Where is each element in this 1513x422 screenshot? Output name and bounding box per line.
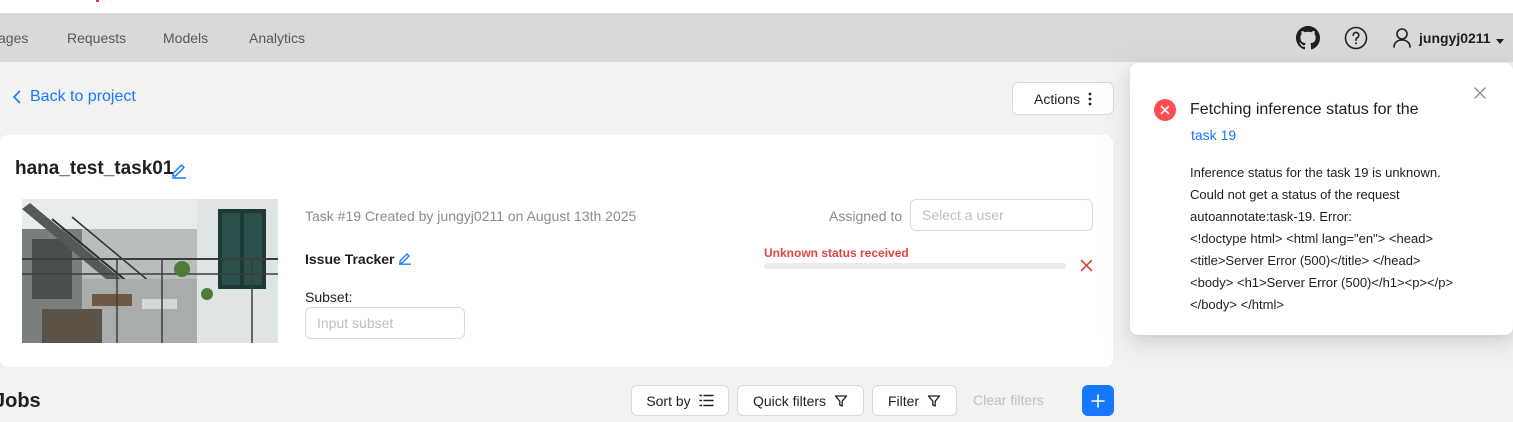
assigned-to-label: Assigned to <box>829 208 903 224</box>
quick-filters-label: Quick filters <box>752 392 827 409</box>
assignee-select[interactable]: Select a user <box>910 199 1093 231</box>
subset-input[interactable]: Input subset <box>305 307 465 339</box>
caret-down-icon[interactable] <box>1495 33 1505 44</box>
notification-body: Inference status for the task 19 is unkn… <box>1190 162 1500 316</box>
error-circle-icon <box>1154 99 1176 121</box>
filter-funnel-icon <box>834 394 848 407</box>
jobs-section-title: Jobs <box>0 390 41 412</box>
sort-by-label: Sort by <box>646 392 691 409</box>
notification-body-line: Could not get a status of the request <box>1190 187 1400 202</box>
error-notification: Fetching inference status for the task 1… <box>1130 63 1513 335</box>
clear-filters-button[interactable]: Clear filters <box>973 392 1044 408</box>
filter-label: Filter <box>887 392 920 409</box>
add-job-button[interactable] <box>1082 385 1114 416</box>
nav-item-storages[interactable]: ages <box>0 30 28 46</box>
github-icon[interactable] <box>1296 26 1320 50</box>
nav-item-models[interactable]: Models <box>163 30 208 46</box>
notification-body-line: <!doctype html> <html lang="en"> <head> <box>1190 231 1434 246</box>
chevron-left-icon <box>12 90 21 104</box>
task-preview-image <box>22 199 278 343</box>
actions-label: Actions <box>1034 90 1080 107</box>
notification-body-line: Inference status for the task 19 is unkn… <box>1190 165 1441 180</box>
notification-body-line: autoannotate:task-19. Error: <box>1190 209 1352 224</box>
notification-task-link[interactable]: task 19 <box>1191 127 1236 143</box>
assignee-placeholder: Select a user <box>922 207 1004 223</box>
notification-body-line: <title>Server Error (500)</title> </head… <box>1190 253 1421 268</box>
close-icon[interactable] <box>1472 85 1488 101</box>
inference-status-text: Unknown status received <box>764 246 909 260</box>
top-strip <box>0 0 1513 14</box>
quick-filters-button[interactable]: Quick filters <box>737 385 864 416</box>
subset-label: Subset: <box>305 289 353 305</box>
inference-progress-bar <box>764 263 1066 269</box>
task-title: hana_test_task01 <box>15 158 173 180</box>
notification-body-line: </body> </html> <box>1190 297 1284 312</box>
help-icon[interactable] <box>1344 26 1368 50</box>
notification-body-line: <body> <h1>Server Error (500)</h1><p></p… <box>1190 275 1454 290</box>
logo-fragment <box>96 0 99 2</box>
actions-button[interactable]: Actions <box>1012 82 1114 115</box>
issue-tracker-label: Issue Tracker <box>305 251 395 267</box>
back-to-project-link[interactable]: Back to project <box>12 88 136 106</box>
plus-icon <box>1091 393 1105 408</box>
filter-button[interactable]: Filter <box>872 385 957 416</box>
task-title-text: hana_test_task01 <box>15 158 174 179</box>
task-meta-info: Task #19 Created by jungyj0211 on August… <box>305 208 637 224</box>
edit-issue-tracker-icon[interactable] <box>398 251 412 265</box>
subset-placeholder: Input subset <box>317 315 394 331</box>
header-navbar: ages Requests Models Analytics jungyj021… <box>0 14 1513 62</box>
edit-title-icon[interactable] <box>170 161 188 179</box>
nav-item-analytics[interactable]: Analytics <box>249 30 305 46</box>
notification-title: Fetching inference status for the <box>1190 101 1419 118</box>
user-icon[interactable] <box>1392 26 1412 50</box>
sort-list-icon <box>698 394 714 407</box>
sort-by-button[interactable]: Sort by <box>631 385 729 416</box>
back-link-label: Back to project <box>30 88 136 105</box>
more-vertical-icon <box>1088 92 1092 105</box>
nav-item-requests[interactable]: Requests <box>67 30 126 46</box>
user-name[interactable]: jungyj0211 <box>1419 30 1491 46</box>
cancel-inference-icon[interactable] <box>1080 259 1093 272</box>
filter-funnel-icon <box>927 394 941 407</box>
